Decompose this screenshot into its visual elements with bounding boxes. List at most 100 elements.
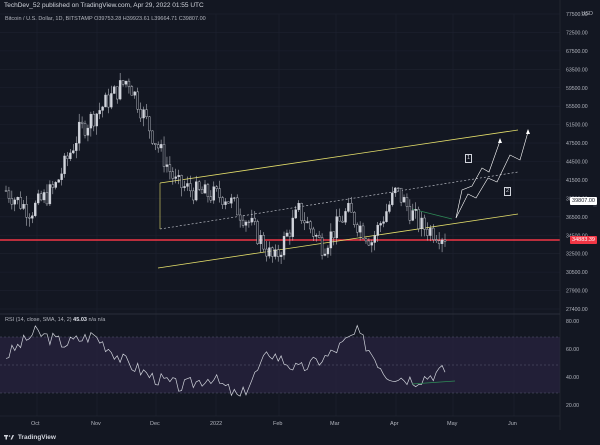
candle-body (98, 110, 101, 115)
candle-body (268, 247, 271, 257)
candle-body (57, 179, 60, 183)
candle-body (168, 164, 172, 172)
candle-body (162, 144, 166, 167)
candle-body (86, 127, 90, 136)
candle-body (350, 202, 353, 213)
candle-body (227, 201, 230, 204)
candle-body (271, 247, 274, 257)
price-tick-label: 63500.00 (566, 67, 588, 73)
time-tick-label: 2022 (210, 421, 222, 427)
rsi-tick-label: 80.00 (566, 319, 579, 325)
candle-body (39, 193, 43, 201)
candle-body (356, 224, 359, 233)
price-axis[interactable]: 77500.0072500.0067500.0063500.0059500.00… (566, 12, 588, 313)
time-tick-label: Oct (31, 421, 40, 427)
candle-body (391, 192, 394, 205)
candle-body (31, 215, 34, 219)
candle-body (297, 203, 300, 210)
rsi-tick-label: 40.00 (566, 375, 579, 381)
candle-body (405, 197, 409, 207)
time-axis[interactable]: Oct Nov Dec 2022 Feb Mar Apr May Jun (31, 421, 517, 427)
candle-body (420, 217, 423, 229)
candle-body (291, 217, 295, 237)
candle-body (192, 190, 195, 201)
candle-body (370, 242, 374, 246)
candle-body (276, 249, 280, 257)
candle-body (121, 80, 125, 85)
last-price-sub-tag (593, 205, 597, 207)
candle-body (344, 211, 347, 223)
candle-body (437, 240, 441, 244)
candle-body (124, 80, 128, 85)
price-tick-label: 51500.00 (566, 123, 588, 129)
candle-body (367, 240, 371, 246)
candle-body (154, 143, 157, 145)
candle-body (411, 210, 415, 221)
candle-body (279, 254, 283, 257)
projection-path-2[interactable] (455, 131, 529, 219)
candle-body (414, 209, 417, 211)
candle-body (332, 231, 335, 239)
symbol-label[interactable]: Bitcoin / U.S. Dollar, 1D, BITSTAMP (5, 16, 93, 22)
projection-path-1[interactable] (455, 140, 501, 219)
projection-label-2[interactable]: 2 (504, 187, 512, 196)
symbol-legend: Bitcoin / U.S. Dollar, 1D, BITSTAMP O397… (5, 16, 206, 22)
time-tick-label: Nov (91, 421, 101, 427)
candle-body (262, 235, 265, 250)
candle-body (236, 197, 239, 216)
footer-brand: TradingView (4, 432, 56, 444)
rsi-axis[interactable]: 80.00 60.00 40.00 20.00 (566, 319, 579, 409)
candle-body (233, 197, 236, 199)
candle-body (300, 203, 303, 221)
candle-body (63, 155, 66, 175)
candle-body (303, 220, 306, 224)
channel-lower-line[interactable] (157, 213, 519, 269)
candle-body (72, 150, 75, 154)
time-tick-label: Jun (508, 421, 517, 427)
candle-body (364, 238, 368, 242)
candle-body (294, 209, 297, 219)
candle-body (48, 184, 52, 205)
candle-body (282, 236, 286, 256)
candle-body (388, 204, 391, 212)
candle-body (373, 235, 376, 243)
currency-label: USD (581, 11, 593, 17)
candle-body (156, 144, 160, 149)
candle-body (127, 80, 131, 87)
candle-body (75, 143, 78, 151)
rsi-tick-label: 60.00 (566, 347, 579, 353)
chart-canvas[interactable]: 77500.0072500.0067500.0063500.0059500.00… (0, 0, 600, 445)
candle-body (101, 106, 104, 111)
candle-body (16, 197, 19, 201)
candle-body (443, 239, 447, 242)
candle-body (265, 248, 268, 257)
candle-body (399, 187, 403, 203)
candle-body (429, 227, 432, 236)
candle-body (180, 175, 183, 188)
ohlc-values: O39753.28 H39923.61 L39664.71 C39807.00 (94, 16, 206, 22)
candle-body (259, 235, 262, 245)
candle-body (69, 152, 72, 159)
rsi-value: 45.03 (73, 317, 87, 323)
candle-body (25, 204, 28, 218)
candle-body (139, 109, 142, 119)
price-tick-label: 55500.00 (566, 104, 588, 110)
candle-body (256, 221, 259, 245)
candle-body (238, 214, 242, 221)
candle-body (77, 121, 81, 144)
candle-body (312, 228, 315, 237)
price-tick-label: 44500.00 (566, 160, 588, 166)
candle-body (408, 206, 412, 221)
rsi-label[interactable]: RSI (14, close, SMA, 14, 2) (5, 317, 72, 323)
candle-body (338, 216, 341, 222)
candle-body (253, 217, 256, 222)
candle-body (118, 80, 122, 100)
time-tick-label: Dec (150, 421, 160, 427)
candle-body (361, 225, 365, 239)
candle-body (224, 201, 227, 205)
rsi-na: n/a n/a (88, 317, 106, 323)
candle-body (177, 175, 180, 178)
projection-label-1[interactable]: 1 (465, 154, 473, 163)
candle-body (7, 190, 11, 199)
candle-body (206, 184, 210, 197)
